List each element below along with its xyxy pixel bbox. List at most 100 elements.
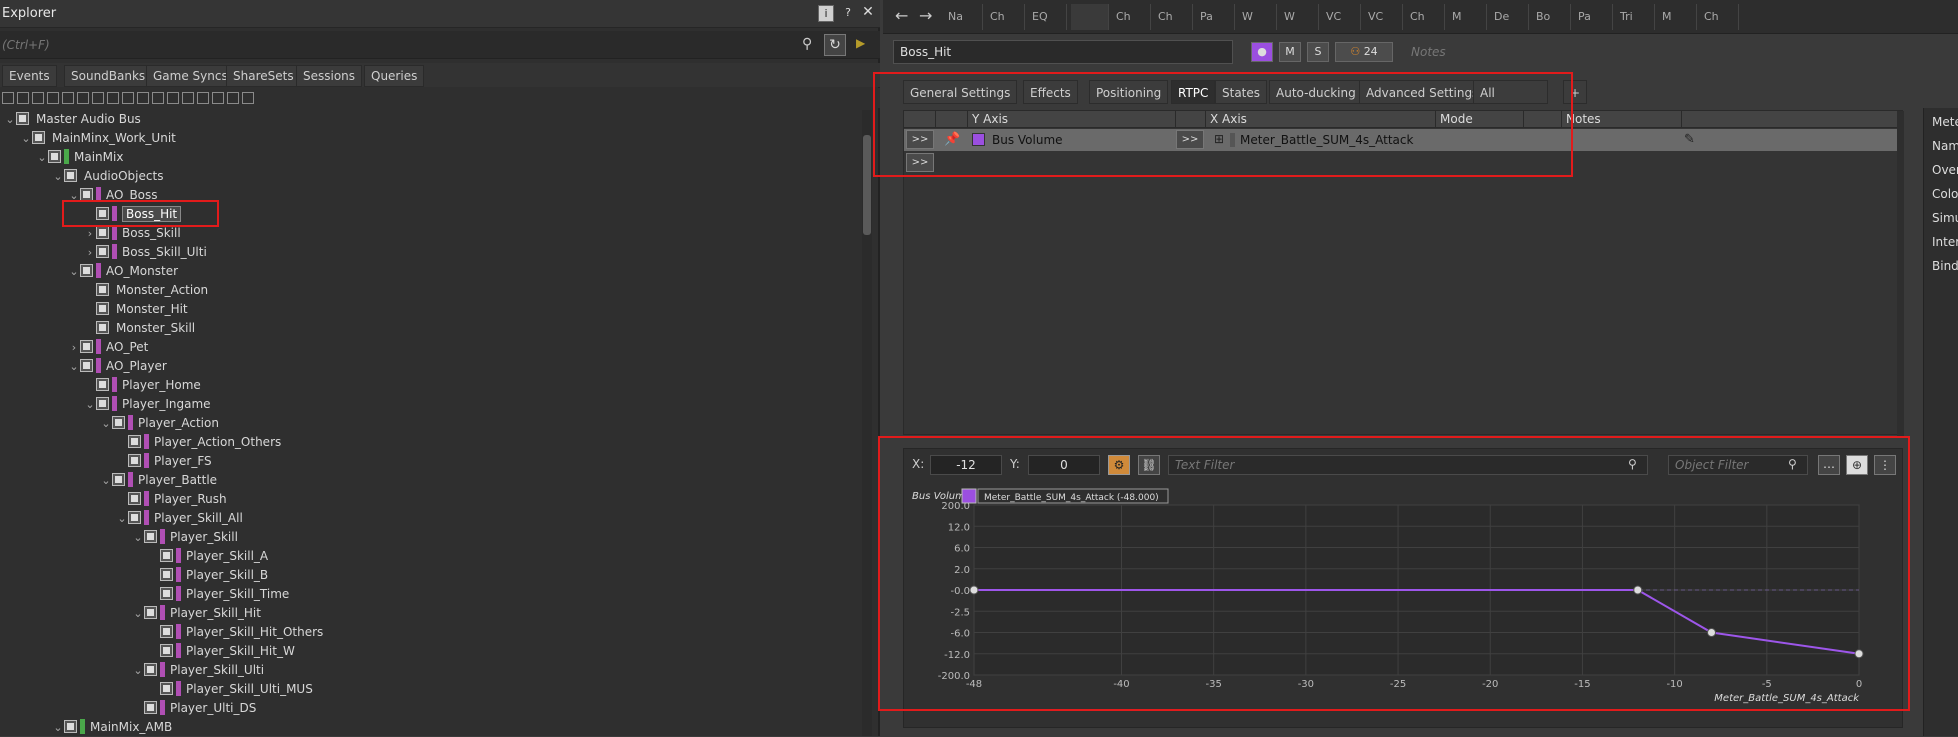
editor-tab[interactable]: Pa [1575, 4, 1613, 30]
tree-item[interactable]: › AO_Pet [68, 338, 148, 357]
tree-item[interactable]: Player_Skill_Hit_W [148, 642, 295, 661]
play-icon[interactable]: ▶ [856, 36, 865, 50]
explorer-tab-sessions[interactable]: Sessions [296, 65, 363, 87]
toolbar-icon[interactable] [77, 92, 89, 104]
tree-item[interactable]: ⌄ Player_Skill_Ulti [132, 661, 264, 680]
editor-tab[interactable]: M [1449, 4, 1487, 30]
editor-tab[interactable]: Ch [987, 4, 1025, 30]
color-picker-icon[interactable]: ● [1251, 42, 1273, 62]
toolbar-icon[interactable] [212, 92, 224, 104]
editor-tab[interactable]: Ch [1155, 4, 1193, 30]
editor-tab[interactable]: Na [945, 4, 983, 30]
edit-icon[interactable]: ✎ [1684, 132, 1695, 147]
chevron-right-icon[interactable]: › [84, 243, 96, 262]
explorer-search-input[interactable] [0, 34, 810, 56]
editor-tab[interactable]: M [1659, 4, 1697, 30]
toolbar-icon[interactable] [167, 92, 179, 104]
side-item[interactable]: Nam [1932, 136, 1958, 156]
tree-item[interactable]: Monster_Skill [84, 319, 195, 338]
close-icon[interactable]: ✕ [860, 5, 876, 22]
editor-tab[interactable]: EQ [1029, 4, 1067, 30]
rtpc-grid-scrollbar[interactable] [1897, 111, 1904, 436]
toolbar-icon[interactable] [122, 92, 134, 104]
chevron-down-icon[interactable]: ⌄ [36, 148, 48, 167]
editor-tab[interactable] [1071, 4, 1109, 30]
chevron-down-icon[interactable]: ⌄ [100, 471, 112, 490]
toolbar-icon[interactable] [182, 92, 194, 104]
chevron-down-icon[interactable]: ⌄ [20, 129, 32, 148]
toolbar-icon[interactable] [152, 92, 164, 104]
editor-tab[interactable]: Tri [1617, 4, 1655, 30]
scrollbar-thumb[interactable] [863, 135, 871, 235]
tree-item[interactable]: ⌄ Player_Ingame [84, 395, 211, 414]
tree-item[interactable]: Player_Rush [116, 490, 227, 509]
editor-tab[interactable]: Bo [1533, 4, 1571, 30]
tree-item[interactable]: ⌄ AudioObjects [52, 167, 163, 186]
tree-item[interactable]: › Boss_Skill_Ulti [84, 243, 207, 262]
tree-item[interactable]: ⌄ Player_Battle [100, 471, 217, 490]
editor-tab[interactable]: VC [1365, 4, 1403, 30]
side-item[interactable]: Interp [1932, 232, 1958, 252]
editor-tab[interactable]: Ch [1113, 4, 1151, 30]
side-item[interactable]: Bind [1932, 256, 1958, 276]
help-icon[interactable]: ? [840, 5, 856, 22]
tree-item[interactable]: Player_Skill_A [148, 547, 268, 566]
toolbar-icon[interactable] [17, 92, 29, 104]
chevron-down-icon[interactable]: ⌄ [68, 262, 80, 281]
toolbar-icon[interactable] [47, 92, 59, 104]
chevron-down-icon[interactable]: ⌄ [116, 509, 128, 528]
tree-item[interactable]: ⌄ Player_Skill [132, 528, 238, 547]
tree-item[interactable]: ⌄ AO_Monster [68, 262, 178, 281]
object-name-field[interactable]: Boss_Hit [893, 40, 1233, 64]
explorer-scrollbar[interactable] [862, 110, 872, 736]
notes-field[interactable]: Notes [1405, 42, 1955, 62]
refresh-icon[interactable]: ↻ [824, 34, 846, 56]
forward-icon[interactable]: → [919, 6, 932, 25]
chevron-down-icon[interactable]: ⌄ [52, 718, 64, 737]
side-item[interactable]: Mete [1932, 112, 1958, 132]
tree-item[interactable]: Player_Skill_Hit_Others [148, 623, 323, 642]
explorer-tab-game-syncs[interactable]: Game Syncs [146, 65, 235, 87]
toolbar-icon[interactable] [197, 92, 209, 104]
toolbar-icon[interactable] [227, 92, 239, 104]
tree-item[interactable]: ⌄ Player_Skill_Hit [132, 604, 261, 623]
tree-item[interactable]: ⌄ Master Audio Bus [4, 110, 141, 129]
tree-item[interactable]: ⌄ MainMix_AMB [52, 718, 172, 737]
chevron-down-icon[interactable]: ⌄ [68, 357, 80, 376]
side-item[interactable]: Colo [1932, 184, 1958, 204]
back-icon[interactable]: ← [895, 6, 908, 25]
chevron-down-icon[interactable]: ⌄ [132, 528, 144, 547]
toolbar-icon[interactable] [32, 92, 44, 104]
tree-item[interactable]: ⌄ Player_Action [100, 414, 219, 433]
tree-item[interactable]: ⌄ AO_Player [68, 357, 167, 376]
editor-tab[interactable]: W [1281, 4, 1319, 30]
tree-item[interactable]: ⌄ Player_Skill_All [116, 509, 243, 528]
chevron-down-icon[interactable]: ⌄ [4, 110, 16, 129]
tree-item[interactable]: ⌄ MainMix [36, 148, 123, 167]
tree-item[interactable]: Player_Home [84, 376, 201, 395]
toolbar-icon[interactable] [137, 92, 149, 104]
toolbar-icon[interactable] [62, 92, 74, 104]
toolbar-icon[interactable] [92, 92, 104, 104]
tree-item[interactable]: Player_Action_Others [116, 433, 281, 452]
tree-item[interactable]: Monster_Hit [84, 300, 188, 319]
tree-item[interactable]: ⌄ MainMinx_Work_Unit [20, 129, 176, 148]
toolbar-icon[interactable] [2, 92, 14, 104]
side-item[interactable]: Simu [1932, 208, 1958, 228]
editor-tab[interactable]: Pa [1197, 4, 1235, 30]
toolbar-icon[interactable] [242, 92, 254, 104]
tree-item[interactable]: Player_Skill_B [148, 566, 268, 585]
chevron-down-icon[interactable]: ⌄ [132, 604, 144, 623]
toolbar-icon[interactable] [107, 92, 119, 104]
explorer-tab-queries[interactable]: Queries [364, 65, 425, 87]
mute-button[interactable]: M [1279, 42, 1301, 62]
editor-tab[interactable]: VC [1323, 4, 1361, 30]
tree-item[interactable]: Player_Skill_Ulti_MUS [148, 680, 313, 699]
explorer-tab-soundbanks[interactable]: SoundBanks [64, 65, 153, 87]
info-icon[interactable]: i [818, 5, 834, 22]
tree-item[interactable]: Monster_Action [84, 281, 208, 300]
reference-count[interactable]: ⚇ 24 [1335, 42, 1393, 62]
chevron-down-icon[interactable]: ⌄ [84, 395, 96, 414]
explorer-tab-events[interactable]: Events [2, 65, 57, 87]
editor-tab[interactable]: Ch [1701, 4, 1739, 30]
